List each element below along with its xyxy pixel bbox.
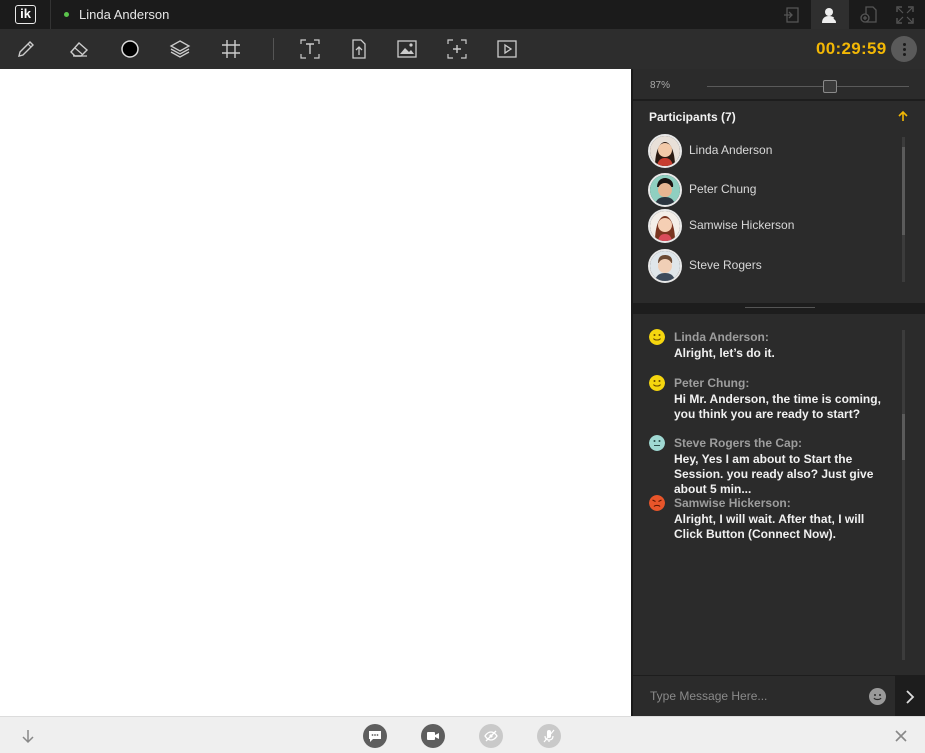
participant-name: Samwise Hickerson <box>689 218 795 232</box>
participants-panel: Participants (7) Linda Anderson Peter Ch… <box>633 103 925 303</box>
avatar <box>648 134 682 168</box>
color-icon[interactable] <box>117 37 143 61</box>
neutral-emoji-icon <box>649 435 665 451</box>
current-user-name: Linda Anderson <box>79 7 170 22</box>
chat-input-row <box>633 675 925 717</box>
zoom-slider-track[interactable] <box>707 86 909 87</box>
participant-name: Peter Chung <box>689 182 757 196</box>
message-author: Samwise Hickerson: <box>674 496 791 510</box>
chat-scrollbar[interactable] <box>902 330 905 660</box>
sidebar: 87% Participants (7) Linda Anderson Pete… <box>631 69 925 717</box>
layers-icon[interactable] <box>167 37 193 61</box>
message-text: Alright, let’s do it. <box>674 346 775 360</box>
online-status-dot <box>64 12 69 17</box>
image-icon[interactable] <box>394 37 420 61</box>
zoom-slider-thumb[interactable] <box>823 80 837 93</box>
message-author: Peter Chung: <box>674 376 750 390</box>
text-icon[interactable] <box>297 37 323 61</box>
participants-scrollbar-thumb[interactable] <box>902 147 905 235</box>
emoji-picker-icon[interactable] <box>869 688 886 705</box>
participant-name: Linda Anderson <box>689 143 773 157</box>
participant-name: Steve Rogers <box>689 258 762 272</box>
eraser-icon[interactable] <box>67 37 93 61</box>
bottom-bar <box>0 716 925 753</box>
more-options-button[interactable] <box>891 36 917 62</box>
participants-title: Participants (7) <box>649 110 736 124</box>
message-text: Alright, I will wait. After that, I will… <box>674 512 865 541</box>
whiteboard-canvas[interactable] <box>0 69 631 716</box>
participant-item[interactable]: Peter Chung <box>648 173 898 207</box>
message-text: Hey, Yes I am about to Start the Session… <box>674 452 874 496</box>
add-document-icon[interactable] <box>850 0 888 29</box>
message-author: Steve Rogers the Cap: <box>674 436 803 450</box>
chat-icon[interactable] <box>362 723 388 749</box>
message-text: Hi Mr. Anderson, the time is coming, you… <box>674 392 881 421</box>
message-input[interactable] <box>643 684 865 708</box>
chevron-right-icon <box>906 689 915 704</box>
toolbar-divider <box>273 38 274 60</box>
participants-icon[interactable] <box>811 0 849 29</box>
pencil-icon[interactable] <box>13 37 39 61</box>
participant-item[interactable]: Steve Rogers <box>648 249 898 283</box>
happy-emoji-icon <box>649 329 665 345</box>
collapse-down-icon[interactable] <box>15 723 41 749</box>
add-frame-icon[interactable] <box>444 37 470 61</box>
splitter-handle[interactable] <box>745 307 815 308</box>
avatar <box>648 249 682 283</box>
microphone-muted-icon[interactable] <box>536 723 562 749</box>
panel-splitter[interactable] <box>633 303 925 314</box>
avatar <box>648 209 682 243</box>
video-camera-icon[interactable] <box>420 723 446 749</box>
zoom-level-label: 87% <box>650 80 671 91</box>
top-bar: ik Linda Anderson <box>0 0 925 29</box>
angry-emoji-icon <box>649 495 665 511</box>
grid-icon[interactable] <box>218 37 244 61</box>
divider <box>50 0 51 29</box>
hide-view-icon[interactable] <box>478 723 504 749</box>
avatar <box>648 173 682 207</box>
whiteboard-toolbar: 00:29:59 <box>0 29 925 69</box>
zoom-control: 87% <box>633 69 925 101</box>
send-button[interactable] <box>895 676 925 717</box>
fullscreen-icon[interactable] <box>886 0 924 29</box>
app-logo: ik <box>15 5 36 24</box>
session-timer: 00:29:59 <box>816 39 887 58</box>
participant-item[interactable]: Linda Anderson <box>648 134 898 168</box>
participant-item[interactable]: Samwise Hickerson <box>648 209 898 243</box>
message-author: Linda Anderson: <box>674 330 769 344</box>
upload-file-icon[interactable] <box>346 37 372 61</box>
video-icon[interactable] <box>494 37 520 61</box>
happy-emoji-icon <box>649 375 665 391</box>
share-screen-icon[interactable] <box>772 0 810 29</box>
chat-scrollbar-thumb[interactable] <box>902 414 905 460</box>
collapse-up-icon[interactable] <box>897 109 909 125</box>
close-icon[interactable] <box>888 723 914 749</box>
chat-panel: Linda Anderson: Alright, let’s do it. Pe… <box>633 314 925 672</box>
